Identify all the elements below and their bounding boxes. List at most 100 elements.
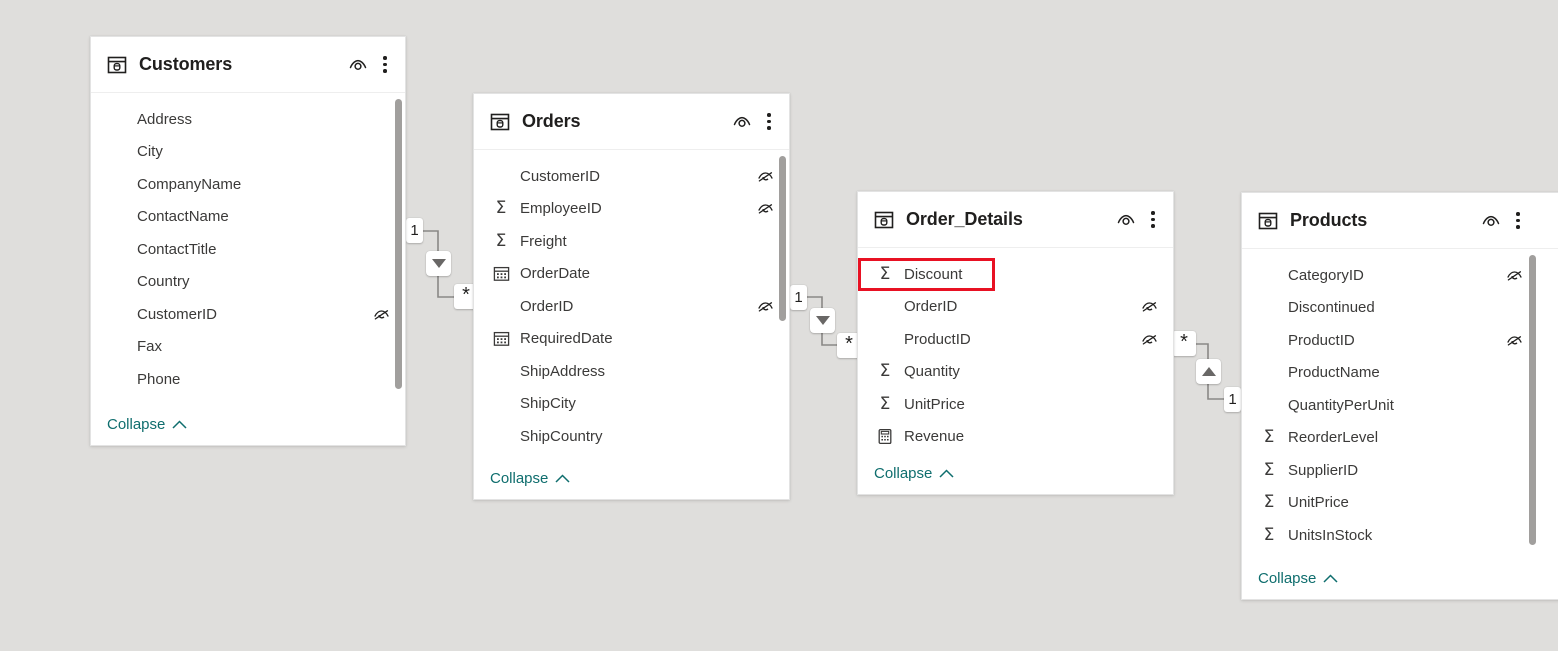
- collapse-bar: Collapse: [858, 452, 1173, 494]
- field-row[interactable]: Fax: [91, 331, 405, 364]
- more-options-icon[interactable]: [379, 54, 391, 75]
- cardinality-badge-many: *: [1172, 331, 1196, 356]
- field-list-area[interactable]: ΣDiscount OrderID ProductID ΣQuantity ΣU…: [858, 248, 1173, 452]
- eye-slash-icon[interactable]: [372, 305, 391, 324]
- field-row[interactable]: ΣFreight: [474, 225, 789, 258]
- table-card-customers[interactable]: Customers Address City CompanyName Conta…: [90, 36, 406, 446]
- field-name: UnitPrice: [904, 396, 1159, 413]
- field-row[interactable]: ShipAddress: [474, 355, 789, 388]
- field-list-area[interactable]: CustomerID ΣEmployeeID ΣFreight: [474, 150, 789, 457]
- eye-slash-icon[interactable]: [1140, 297, 1159, 316]
- filter-direction-button[interactable]: [810, 308, 835, 333]
- field-list: CategoryID Discontinued ProductID Produc…: [1242, 259, 1558, 552]
- field-row[interactable]: ΣUnitPrice: [858, 388, 1173, 421]
- field-row[interactable]: QuantityPerUnit: [1242, 389, 1558, 422]
- eye-slash-icon[interactable]: [756, 199, 775, 218]
- field-row[interactable]: CompanyName: [91, 168, 405, 201]
- field-row-discount-selected[interactable]: ΣDiscount: [858, 258, 1173, 291]
- more-options-icon[interactable]: [1512, 210, 1524, 231]
- field-name: ProductID: [904, 331, 1134, 348]
- field-list-area[interactable]: Address City CompanyName ContactName Con…: [91, 93, 405, 403]
- relationship-orders-orderdetails[interactable]: 1 *: [790, 288, 864, 360]
- field-name: Address: [137, 111, 391, 128]
- field-row[interactable]: City: [91, 136, 405, 169]
- field-row[interactable]: OrderID: [858, 291, 1173, 324]
- field-row[interactable]: ShipCity: [474, 388, 789, 421]
- field-row[interactable]: Country: [91, 266, 405, 299]
- sigma-icon: Σ: [490, 200, 512, 217]
- field-list-area[interactable]: CategoryID Discontinued ProductID Produc…: [1242, 249, 1558, 557]
- table-card-products[interactable]: Products CategoryID Discontinued Product…: [1241, 192, 1558, 600]
- cardinality-badge-one: 1: [790, 285, 807, 310]
- relationship-orderdetails-products[interactable]: * 1: [1172, 332, 1248, 412]
- triangle-down-icon: [816, 316, 830, 325]
- collapse-button[interactable]: Collapse: [1258, 570, 1338, 587]
- chevron-up-icon: [172, 420, 187, 429]
- more-options-icon[interactable]: [763, 111, 775, 132]
- field-name: CompanyName: [137, 176, 391, 193]
- field-list-scrollbar[interactable]: [1529, 255, 1536, 545]
- field-name: ProductName: [1288, 364, 1524, 381]
- field-row[interactable]: Discontinued: [1242, 292, 1558, 325]
- field-row[interactable]: CategoryID: [1242, 259, 1558, 292]
- field-row[interactable]: ΣUnitPrice: [1242, 487, 1558, 520]
- table-card-order-details[interactable]: Order_Details ΣDiscount OrderID ProductI…: [857, 191, 1174, 495]
- table-name: Orders: [522, 111, 732, 132]
- eye-icon[interactable]: [348, 55, 368, 75]
- collapse-button[interactable]: Collapse: [490, 470, 570, 487]
- eye-icon[interactable]: [732, 112, 752, 132]
- field-row[interactable]: ΣEmployeeID: [474, 193, 789, 226]
- table-header[interactable]: Order_Details: [858, 192, 1173, 248]
- table-icon: [1258, 211, 1278, 231]
- eye-slash-icon[interactable]: [1140, 330, 1159, 349]
- chevron-up-icon: [1323, 574, 1338, 583]
- eye-slash-icon[interactable]: [756, 297, 775, 316]
- field-row[interactable]: CustomerID: [91, 298, 405, 331]
- field-row[interactable]: ContactName: [91, 201, 405, 234]
- field-row[interactable]: ΣUnitsInStock: [1242, 519, 1558, 552]
- field-row[interactable]: ContactTitle: [91, 233, 405, 266]
- eye-icon[interactable]: [1116, 210, 1136, 230]
- field-row[interactable]: Address: [91, 103, 405, 136]
- collapse-button[interactable]: Collapse: [874, 465, 954, 482]
- table-header[interactable]: Orders: [474, 94, 789, 150]
- field-row[interactable]: OrderDate: [474, 258, 789, 291]
- eye-icon[interactable]: [1481, 211, 1501, 231]
- field-name: RequiredDate: [520, 330, 775, 347]
- field-row[interactable]: ProductName: [1242, 357, 1558, 390]
- field-name: ReorderLevel: [1288, 429, 1524, 446]
- collapse-bar: Collapse: [91, 403, 405, 445]
- eye-slash-icon[interactable]: [756, 167, 775, 186]
- field-row[interactable]: CustomerID: [474, 160, 789, 193]
- field-name: CustomerID: [137, 306, 366, 323]
- field-row[interactable]: ProductID: [1242, 324, 1558, 357]
- field-name: ShipAddress: [520, 363, 775, 380]
- table-card-orders[interactable]: Orders CustomerID ΣEmployeeID: [473, 93, 790, 500]
- field-row[interactable]: ΣQuantity: [858, 356, 1173, 389]
- eye-slash-icon[interactable]: [1505, 266, 1524, 285]
- table-header[interactable]: Products: [1242, 193, 1558, 249]
- field-row[interactable]: Revenue: [858, 421, 1173, 453]
- relationship-customers-orders[interactable]: 1 *: [406, 222, 482, 306]
- chevron-up-icon: [555, 474, 570, 483]
- table-name: Customers: [139, 54, 348, 75]
- field-list-scrollbar[interactable]: [779, 156, 786, 321]
- field-row[interactable]: ShipCountry: [474, 420, 789, 453]
- field-row[interactable]: ProductID: [858, 323, 1173, 356]
- field-row[interactable]: ΣSupplierID: [1242, 454, 1558, 487]
- sigma-icon: Σ: [874, 266, 896, 283]
- more-options-icon[interactable]: [1147, 209, 1159, 230]
- field-row[interactable]: OrderID: [474, 290, 789, 323]
- eye-slash-icon[interactable]: [1505, 331, 1524, 350]
- table-header[interactable]: Customers: [91, 37, 405, 93]
- field-row[interactable]: RequiredDate: [474, 323, 789, 356]
- field-row[interactable]: Phone: [91, 363, 405, 396]
- field-list-scrollbar[interactable]: [395, 99, 402, 389]
- table-name: Products: [1290, 210, 1481, 231]
- calendar-icon: [490, 265, 512, 282]
- filter-direction-button[interactable]: [426, 251, 451, 276]
- collapse-button[interactable]: Collapse: [107, 416, 187, 433]
- field-row[interactable]: ΣReorderLevel: [1242, 422, 1558, 455]
- filter-direction-button[interactable]: [1196, 359, 1221, 384]
- field-list: CustomerID ΣEmployeeID ΣFreight: [474, 160, 789, 453]
